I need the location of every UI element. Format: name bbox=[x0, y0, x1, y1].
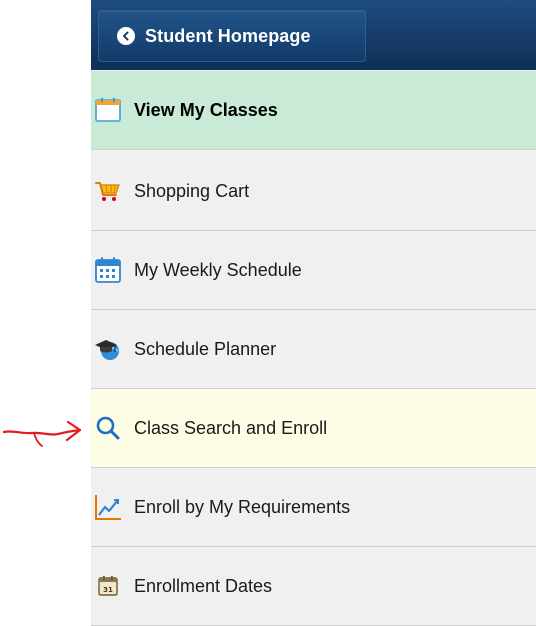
search-icon bbox=[93, 413, 123, 443]
menu-item-shopping-cart[interactable]: Shopping Cart bbox=[91, 152, 536, 231]
menu-item-enrollment-dates[interactable]: 31 Enrollment Dates bbox=[91, 547, 536, 626]
nav-header: Student Homepage bbox=[91, 0, 536, 70]
chevron-left-icon bbox=[117, 27, 135, 45]
menu-item-label: Enrollment Dates bbox=[134, 575, 273, 596]
menu-item-schedule-planner[interactable]: Schedule Planner bbox=[91, 310, 536, 389]
weekly-calendar-icon bbox=[93, 255, 123, 285]
menu-item-label: Enroll by My Requirements bbox=[134, 496, 351, 517]
menu-item-label: Shopping Cart bbox=[134, 180, 250, 201]
student-nav-panel: Student Homepage View My Classes Shoppin… bbox=[91, 0, 536, 626]
svg-text:31: 31 bbox=[103, 586, 113, 594]
menu-item-enroll-by-my-requirements[interactable]: Enroll by My Requirements bbox=[91, 468, 536, 547]
trend-chart-icon bbox=[93, 492, 123, 522]
red-arrow-annotation bbox=[2, 420, 82, 447]
menu-item-label: Class Search and Enroll bbox=[134, 417, 328, 438]
menu-item-label: My Weekly Schedule bbox=[134, 259, 302, 280]
menu-item-class-search-and-enroll[interactable]: Class Search and Enroll bbox=[91, 389, 536, 468]
calendar-icon bbox=[93, 95, 123, 125]
calendar-date-icon: 31 bbox=[93, 571, 123, 601]
graduation-cap-globe-icon bbox=[93, 334, 123, 364]
student-homepage-back-button[interactable]: Student Homepage bbox=[98, 10, 366, 62]
shopping-cart-icon bbox=[93, 176, 123, 206]
menu-item-label: View My Classes bbox=[134, 99, 278, 120]
menu-item-view-my-classes[interactable]: View My Classes bbox=[91, 71, 536, 150]
menu-item-label: Schedule Planner bbox=[134, 338, 277, 359]
menu-item-my-weekly-schedule[interactable]: My Weekly Schedule bbox=[91, 231, 536, 310]
back-button-label: Student Homepage bbox=[145, 25, 311, 46]
